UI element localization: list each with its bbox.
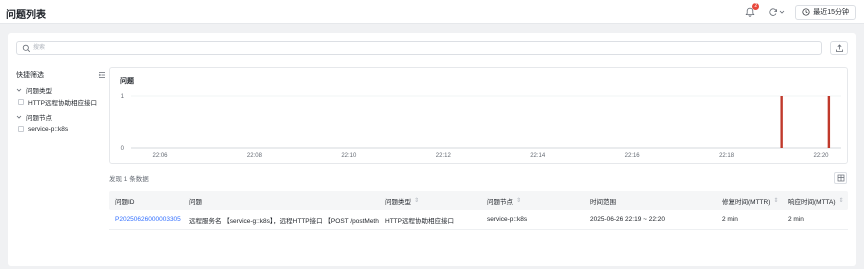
x-tick-label: 22:08 — [247, 153, 263, 159]
table-row[interactable]: P20250626000003305 远程服务名 【service-g::k8s… — [109, 210, 848, 230]
export-icon — [835, 43, 843, 52]
chart-bar — [780, 96, 783, 148]
y-tick-label: 1 — [121, 94, 125, 100]
x-tick-label: 22:10 — [341, 153, 357, 159]
collapse-icon[interactable] — [98, 71, 106, 79]
main-panel: 快捷筛选 问题类型 HTTP远程协助相应接口 问题节点 service-p::k… — [8, 33, 856, 266]
filter-checkbox[interactable] — [18, 126, 24, 132]
chevron-down-icon — [16, 88, 22, 92]
refresh-button[interactable] — [765, 5, 787, 19]
clock-icon — [802, 8, 810, 16]
problem-type: HTTP远程协助相应接口 — [385, 217, 454, 225]
time-range-label: 最近15分钟 — [813, 9, 849, 16]
chart-bar — [827, 96, 831, 148]
column-header-type[interactable]: 问题类型 ⇕ — [379, 196, 481, 206]
search-icon — [22, 44, 31, 53]
column-settings-button[interactable] — [834, 172, 847, 184]
filter-option-label: service-p::k8s — [28, 125, 69, 133]
problem-chart-card: 0 1 22:06 22:08 22:10 22:12 22:14 22:16 22:18 22:… — [109, 67, 848, 164]
column-header-problem: 问题 — [189, 198, 202, 206]
sort-icon[interactable]: ⇕ — [839, 197, 844, 204]
column-header-id: 问题ID — [115, 198, 135, 206]
x-tick-label: 22:12 — [436, 153, 452, 159]
mttr-value: 2 min — [722, 216, 738, 223]
problem-table: 问题ID 问题 问题类型 ⇕ 问题节点 ⇕ 时间范围 修复时间(MTTR) ⇕ 响应时… — [109, 191, 848, 230]
filter-group-toggle[interactable]: 问题节点 — [16, 111, 106, 123]
quick-filter-header: 快捷筛选 — [16, 69, 106, 81]
page-title: 问题列表 — [6, 10, 46, 21]
problem-chart: 0 1 22:06 22:08 22:10 22:12 22:14 22:16 22:18 22:… — [121, 94, 841, 159]
x-tick-label: 22:14 — [530, 153, 546, 159]
chevron-down-icon — [779, 10, 784, 14]
search-box[interactable] — [16, 41, 822, 55]
top-actions: 2 最近15分钟 — [743, 3, 856, 20]
column-settings-icon — [837, 174, 844, 182]
filter-group-problem-node: 问题节点 service-p::k8s — [16, 111, 106, 135]
x-tick-label: 22:18 — [719, 153, 735, 159]
filter-group-problem-type: 问题类型 HTTP远程协助相应接口 — [16, 84, 106, 108]
problem-description: 远程服务名 【service-g::k8s】，远程HTTP接口 【POST /p… — [189, 217, 379, 225]
filter-group-toggle[interactable]: 问题类型 — [16, 84, 106, 96]
table-header: 问题ID 问题 问题类型 ⇕ 问题节点 ⇕ 时间范围 修复时间(MTTR) ⇕ 响应时… — [109, 191, 848, 210]
filter-group-label: 问题类型 — [26, 88, 52, 95]
column-header-node[interactable]: 问题节点 ⇕ — [481, 196, 584, 206]
sort-icon[interactable]: ⇕ — [516, 197, 521, 204]
y-tick-label: 0 — [121, 146, 125, 152]
quick-filter-title: 快捷筛选 — [16, 72, 44, 79]
notification-badge: 2 — [752, 3, 760, 10]
sort-icon[interactable]: ⇕ — [773, 197, 778, 204]
mtta-value: 2 min — [788, 216, 804, 223]
time-range-picker[interactable]: 最近15分钟 — [795, 4, 856, 20]
filter-group-label: 问题节点 — [26, 115, 52, 122]
column-header-mtta[interactable]: 响应时间(MTTA) ⇕ — [782, 196, 848, 206]
filter-option[interactable]: HTTP远程协助相应接口 — [16, 96, 106, 108]
column-header-mttr[interactable]: 修复时间(MTTR) ⇕ — [716, 196, 782, 206]
chart-title: 问题 — [120, 78, 134, 85]
problem-node: service-p::k8s — [487, 216, 528, 223]
x-tick-label: 22:06 — [152, 153, 168, 159]
filter-option[interactable]: service-p::k8s — [16, 123, 106, 135]
time-range: 2025-06-26 22:19 ~ 22:20 — [590, 216, 665, 223]
notification-button[interactable]: 2 — [743, 3, 760, 19]
refresh-icon — [769, 8, 777, 16]
x-tick-label: 22:20 — [813, 153, 829, 159]
filter-option-label: HTTP远程协助相应接口 — [28, 100, 97, 107]
filter-checkbox[interactable] — [18, 99, 24, 105]
x-tick-label: 22:16 — [625, 153, 641, 159]
search-input[interactable] — [33, 42, 813, 54]
sort-icon[interactable]: ⇕ — [414, 197, 419, 204]
column-header-time-range: 时间范围 — [590, 198, 616, 206]
top-bar: 问题列表 2 最近15分钟 — [0, 0, 864, 24]
quick-filter-panel: 快捷筛选 问题类型 HTTP远程协助相应接口 问题节点 service-p::k… — [16, 69, 106, 135]
export-button[interactable] — [830, 41, 848, 55]
chevron-down-icon — [16, 115, 22, 119]
result-count: 发现 1 条数据 — [109, 176, 149, 183]
problem-id-link[interactable]: P20250626000003305 — [109, 216, 183, 223]
